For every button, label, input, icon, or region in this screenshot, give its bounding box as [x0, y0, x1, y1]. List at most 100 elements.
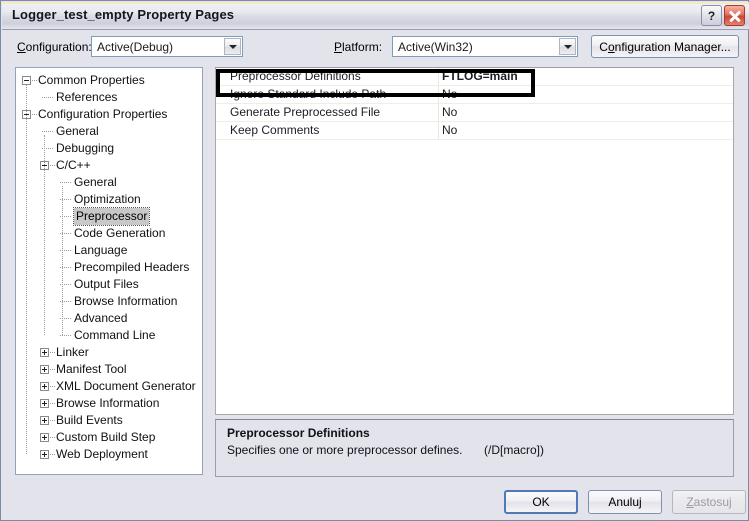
tree-item-label: Common Properties [38, 73, 145, 87]
title-bar: Logger_test_empty Property Pages ? [2, 2, 749, 30]
tree-connector [50, 386, 55, 388]
tree-item-configuration-properties[interactable]: Configuration Properties [16, 106, 202, 123]
property-name: Preprocessor Definitions [230, 69, 361, 83]
property-row[interactable]: Ignore Standard Include Path No [216, 86, 733, 104]
tree-item-label: Language [74, 243, 128, 257]
chevron-down-icon[interactable] [224, 38, 241, 55]
configuration-value: Active(Debug) [97, 39, 174, 54]
tree-connector [42, 131, 53, 133]
tree-item-linker[interactable]: Linker [16, 344, 202, 361]
property-name: Ignore Standard Include Path [230, 87, 387, 101]
tree-item-label: Advanced [74, 311, 128, 325]
platform-dropdown[interactable]: Active(Win32) [392, 36, 578, 57]
tree-connector [62, 186, 64, 335]
tree-connector [50, 420, 55, 422]
tree-item-label: References [56, 90, 118, 104]
tree-item-build-events[interactable]: Build Events [16, 412, 202, 429]
tree-item-custom-build-step[interactable]: Custom Build Step [16, 429, 202, 446]
tree-connector [50, 352, 55, 354]
expand-icon[interactable] [40, 365, 49, 374]
expand-icon[interactable] [40, 382, 49, 391]
tree-item-label: Debugging [56, 141, 115, 155]
platform-label: Platform: [334, 40, 383, 54]
property-name: Keep Comments [230, 123, 320, 137]
tree-item-label: General [56, 124, 99, 138]
property-pages-dialog: Logger_test_empty Property Pages ? Confi… [0, 0, 749, 521]
expand-icon[interactable] [40, 450, 49, 459]
tree-item-label: Configuration Properties [38, 107, 168, 121]
tree-item-label: Browse Information [56, 396, 160, 410]
column-splitter[interactable] [438, 104, 439, 121]
property-row[interactable]: Keep Comments No [216, 122, 733, 140]
expand-icon[interactable] [40, 416, 49, 425]
title-bar-buttons: ? [701, 5, 745, 26]
description-panel: Preprocessor Definitions Specifies one o… [215, 419, 734, 477]
tree-connector [50, 454, 55, 456]
expand-icon[interactable] [40, 348, 49, 357]
apply-label: Zastosuj [686, 495, 732, 509]
configuration-bar: Configuration: Active(Debug) Platform: A… [1, 31, 749, 63]
tree-item-label: Custom Build Step [56, 430, 156, 444]
platform-value: Active(Win32) [398, 39, 473, 54]
configuration-manager-label: Configuration Manager... [599, 39, 731, 54]
description-title: Preprocessor Definitions [227, 426, 370, 440]
window-title: Logger_test_empty Property Pages [12, 7, 235, 22]
property-row[interactable]: Preprocessor Definitions FTLOG=main [216, 68, 733, 86]
tree-connector [26, 84, 28, 454]
tree-item-label: XML Document Generator [56, 379, 196, 393]
tree-connector [32, 80, 37, 82]
tree-item-label: Build Events [56, 413, 123, 427]
tree-item-label: Manifest Tool [56, 362, 127, 376]
tree-item-label: Output Files [74, 277, 139, 291]
property-value[interactable]: No [442, 104, 457, 121]
column-splitter[interactable] [438, 122, 439, 139]
tree-item-browse-information[interactable]: Browse Information [16, 395, 202, 412]
property-grid[interactable]: Preprocessor Definitions FTLOG=main Ignore… [215, 67, 734, 415]
tree-connector [50, 437, 55, 439]
tree-connector [50, 369, 55, 371]
tree-item-label: Browse Information [74, 294, 178, 308]
tree-item-label: Precompiled Headers [74, 260, 190, 274]
description-text: Specifies one or more preprocessor defin… [227, 443, 463, 457]
tree-item-label: C/C++ [56, 158, 91, 172]
configuration-dropdown[interactable]: Active(Debug) [91, 36, 243, 57]
tree-connector [60, 335, 71, 337]
property-name: Generate Preprocessed File [230, 105, 381, 119]
tree-item-label: Optimization [74, 192, 141, 206]
tree-item-xml-document-generator[interactable]: XML Document Generator [16, 378, 202, 395]
column-splitter[interactable] [438, 68, 439, 85]
tree-item-label: Code Generation [74, 226, 166, 240]
close-button[interactable] [724, 5, 745, 26]
apply-button[interactable]: Zastosuj [672, 490, 746, 514]
configuration-label: Configuration: [17, 40, 92, 54]
property-value[interactable]: FTLOG=main [442, 68, 518, 85]
tree-connector [44, 135, 46, 335]
ok-button[interactable]: OK [504, 490, 578, 514]
tree-item-manifest-tool[interactable]: Manifest Tool [16, 361, 202, 378]
column-splitter[interactable] [438, 86, 439, 103]
tree-connector [50, 403, 55, 405]
tree-item-label: General [74, 175, 117, 189]
property-value[interactable]: No [442, 86, 457, 103]
tree-item-web-deployment[interactable]: Web Deployment [16, 446, 202, 463]
description-flag: (/D[macro]) [484, 443, 544, 457]
property-value[interactable]: No [442, 122, 457, 139]
tree-connector [60, 182, 71, 184]
expand-icon[interactable] [40, 399, 49, 408]
tree-item-label: Command Line [74, 328, 156, 342]
configuration-manager-button[interactable]: Configuration Manager... [591, 35, 739, 58]
chevron-down-icon[interactable] [559, 38, 576, 55]
tree-item-label: Linker [56, 345, 89, 359]
tree-connector [42, 97, 53, 99]
expand-icon[interactable] [40, 433, 49, 442]
tree-item-common-properties[interactable]: Common Properties [16, 72, 202, 89]
tree-item-label: Preprocessor [72, 207, 151, 226]
properties-tree[interactable]: Common Properties References Configuration… [15, 67, 203, 475]
cancel-button[interactable]: Anuluj [588, 490, 662, 514]
help-button[interactable]: ? [701, 5, 722, 26]
tree-connector [32, 114, 37, 116]
tree-item-label: Web Deployment [56, 447, 148, 461]
tree-item-references[interactable]: References [16, 89, 202, 106]
property-row[interactable]: Generate Preprocessed File No [216, 104, 733, 122]
tree-connector [50, 165, 55, 167]
